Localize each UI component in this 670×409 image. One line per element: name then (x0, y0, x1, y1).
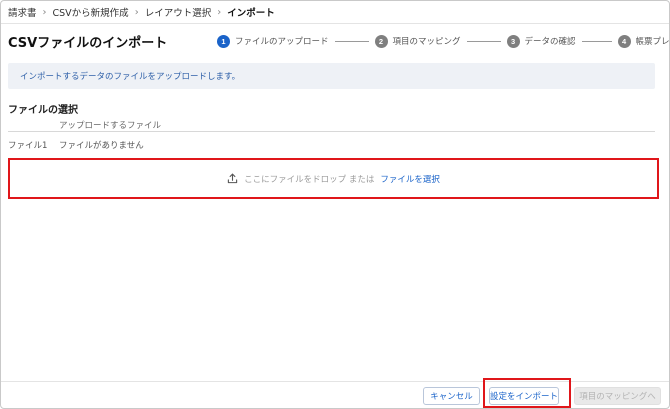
step-number-badge: 3 (506, 34, 520, 48)
info-banner: インポートするデータのファイルをアップロードします。 (8, 63, 655, 89)
header-divider (1, 23, 669, 24)
file-row-value: ファイルがありません (59, 141, 144, 151)
file-section-title: ファイルの選択 (8, 105, 78, 116)
breadcrumb-separator-icon: › (42, 6, 47, 18)
step-upload: 1 ファイルのアップロード (217, 34, 329, 48)
import-stepper: 1 ファイルのアップロード 2 項目のマッピング 3 データの確認 4 帳票プレ… (217, 34, 670, 48)
step-number-badge: 4 (617, 34, 631, 48)
breadcrumb-separator-icon: › (134, 6, 139, 18)
choose-file-link[interactable]: ファイルを選択 (380, 173, 440, 185)
step-label: ファイルのアップロード (235, 37, 329, 47)
column-header-upload-file: アップロードするファイル (59, 121, 162, 131)
drop-zone-text: ここにファイルをドロップ または (244, 174, 375, 185)
step-confirm: 3 データの確認 (506, 34, 576, 48)
step-connector (466, 40, 501, 42)
breadcrumb-item-invoice[interactable]: 請求書 (8, 5, 37, 19)
breadcrumb-item-layout[interactable]: レイアウト選択 (145, 5, 212, 19)
step-connector (334, 40, 369, 42)
breadcrumb-item-csv-new[interactable]: CSVから新規作成 (53, 5, 129, 19)
step-number-badge: 2 (374, 34, 388, 48)
file-drop-zone[interactable]: ここにファイルをドロップ または ファイルを選択 (8, 158, 659, 199)
file-row-label: ファイル1 (8, 141, 48, 151)
breadcrumb-separator-icon: › (217, 6, 222, 18)
cancel-button[interactable]: キャンセル (423, 387, 480, 405)
upload-icon (227, 173, 238, 184)
column-divider (8, 131, 655, 132)
import-settings-button[interactable]: 設定をインポート (489, 387, 559, 405)
breadcrumb: 請求書 › CSVから新規作成 › レイアウト選択 › インポート (8, 4, 275, 20)
step-label: データの確認 (524, 37, 576, 47)
breadcrumb-item-import: インポート (227, 8, 275, 19)
step-number-badge: 1 (217, 34, 230, 48)
step-mapping: 2 項目のマッピング (374, 34, 461, 48)
app-window: 請求書 › CSVから新規作成 › レイアウト選択 › インポート CSVファイ… (0, 0, 670, 409)
step-preview: 4 帳票プレビュー (617, 34, 670, 48)
next-to-mapping-button[interactable]: 項目のマッピングへ (574, 387, 661, 405)
step-connector (581, 40, 612, 42)
page-title: CSVファイルのインポート (8, 36, 168, 51)
step-label: 帳票プレビュー (635, 37, 670, 47)
step-label: 項目のマッピング (392, 37, 461, 47)
